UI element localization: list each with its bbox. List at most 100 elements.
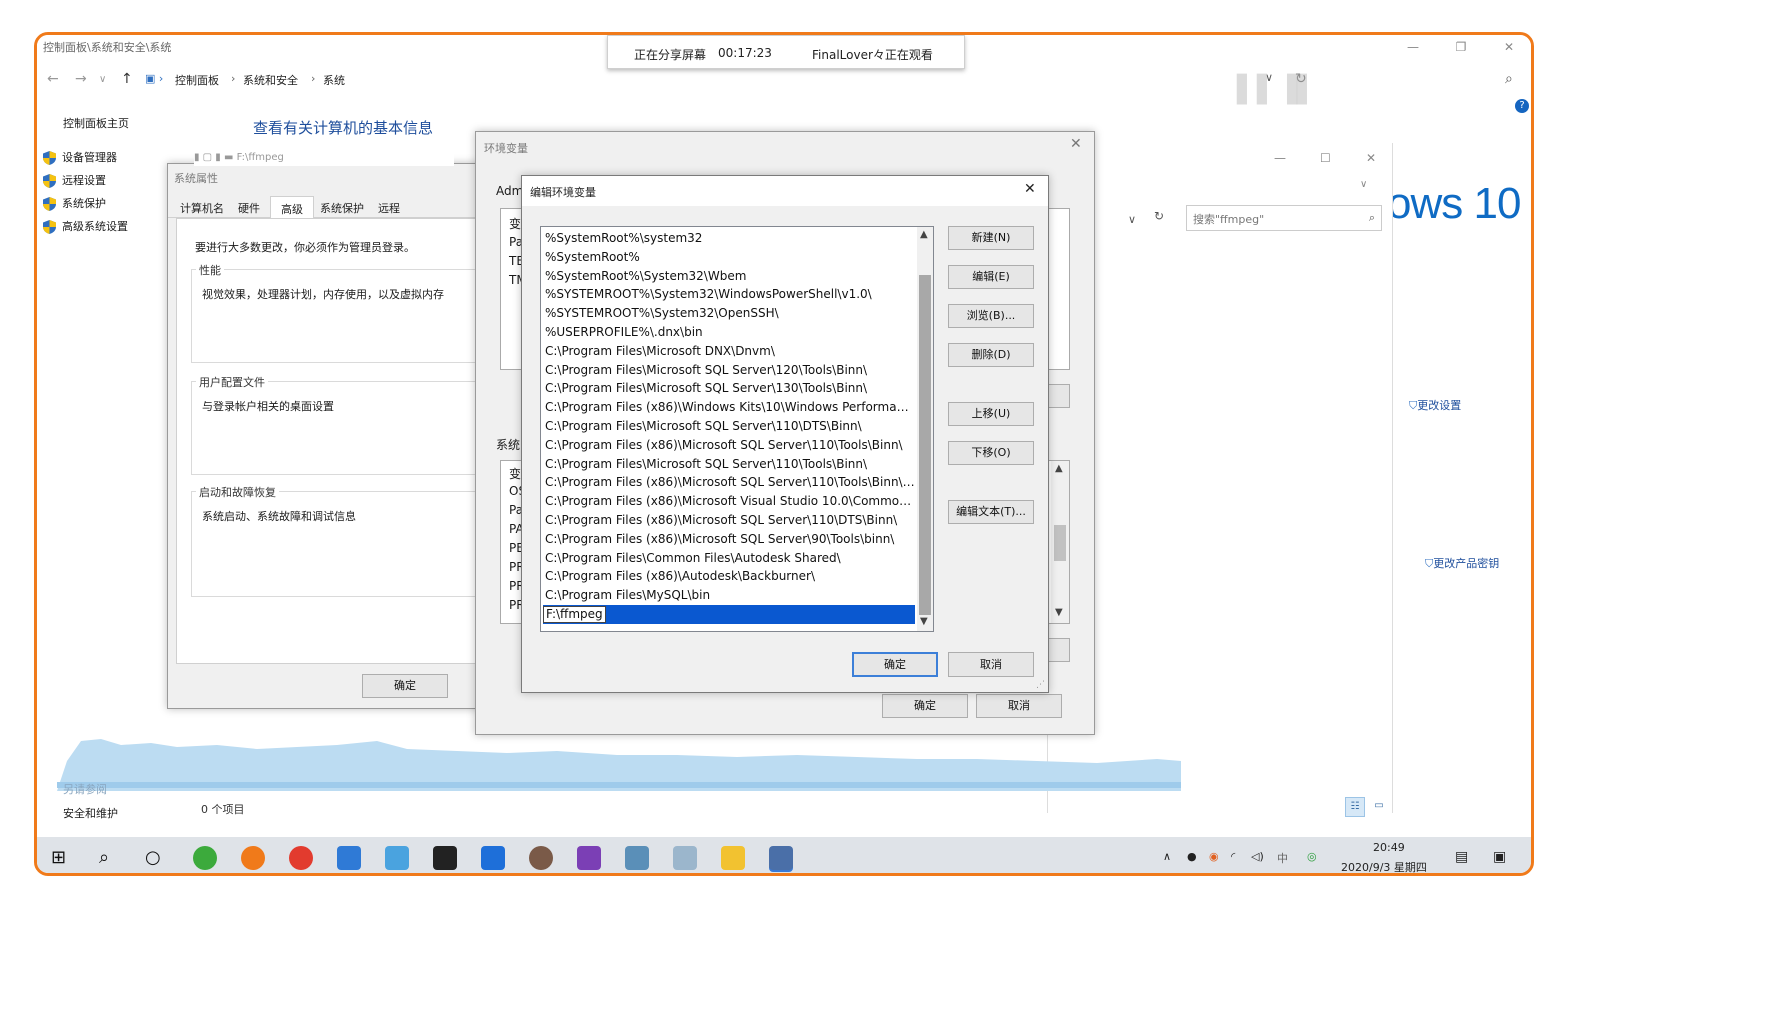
path-entry[interactable]: C:\Program Files\MySQL\bin bbox=[545, 586, 915, 605]
path-entry[interactable]: %SystemRoot%\System32\Wbem bbox=[545, 267, 915, 286]
path-entry[interactable]: C:\Program Files\Microsoft SQL Server\11… bbox=[545, 417, 915, 436]
tab-hardware[interactable]: 硬件 bbox=[238, 200, 260, 216]
tray-app-icon[interactable]: ◉ bbox=[1209, 850, 1219, 863]
breadcrumb-security[interactable]: 系统和安全 bbox=[243, 72, 298, 88]
scroll-up-icon[interactable]: ▲ bbox=[1055, 463, 1063, 474]
path-entry[interactable]: C:\Program Files\Common Files\Autodesk S… bbox=[545, 549, 915, 568]
path-entry-edit-field[interactable]: F:\ffmpeg bbox=[543, 606, 606, 623]
security-maintenance-link[interactable]: 安全和维护 bbox=[63, 805, 118, 821]
path-entry[interactable]: C:\Program Files (x86)\Microsoft SQL Ser… bbox=[545, 436, 915, 455]
system-vars-button[interactable] bbox=[1046, 638, 1070, 662]
explorer-maximize-button[interactable]: ☐ bbox=[1320, 151, 1331, 165]
word-icon[interactable] bbox=[481, 846, 505, 870]
clock-time[interactable]: 20:49 bbox=[1373, 841, 1405, 854]
gear-app-icon[interactable] bbox=[337, 846, 361, 870]
path-entry[interactable]: %SystemRoot%\system32 bbox=[545, 229, 915, 248]
up-icon[interactable]: ↑ bbox=[121, 71, 133, 87]
path-entry-selected[interactable]: F:\ffmpeg bbox=[543, 605, 915, 624]
path-entry[interactable]: C:\Program Files (x86)\Microsoft SQL Ser… bbox=[545, 511, 915, 530]
browse-button[interactable]: 浏览(B)... bbox=[948, 304, 1034, 328]
path-entries-list[interactable]: %SystemRoot%\system32 %SystemRoot% %System… bbox=[540, 226, 934, 632]
path-list-scrollbar[interactable]: ▲ ▼ bbox=[917, 227, 933, 631]
resize-grip-icon[interactable]: ⋰ bbox=[1036, 680, 1045, 690]
edit-cancel-button[interactable]: 取消 bbox=[948, 652, 1034, 677]
search-icon[interactable]: ⌕ bbox=[99, 847, 109, 868]
sidebar-item-remote-settings[interactable]: 远程设置 bbox=[43, 172, 106, 188]
back-icon[interactable]: ← bbox=[47, 71, 59, 87]
explorer-close-button[interactable]: ✕ bbox=[1366, 151, 1376, 165]
path-entry[interactable]: C:\Program Files (x86)\Microsoft Visual … bbox=[545, 492, 915, 511]
sysprops-ok-button[interactable]: 确定 bbox=[362, 674, 448, 698]
edit-button[interactable]: 编辑(E) bbox=[948, 265, 1034, 289]
editor-app-icon[interactable] bbox=[625, 846, 649, 870]
network-icon[interactable]: ◜ bbox=[1231, 850, 1235, 863]
breadcrumb-system[interactable]: 系统 bbox=[323, 72, 345, 88]
scroll-up-icon[interactable]: ▲ bbox=[920, 229, 928, 240]
edit-dialog-close-icon[interactable]: ✕ bbox=[1024, 181, 1036, 197]
path-entry[interactable]: C:\Program Files (x86)\Microsoft SQL Ser… bbox=[545, 530, 915, 549]
path-entry[interactable]: C:\Program Files\Microsoft SQL Server\12… bbox=[545, 361, 915, 380]
firefox-icon[interactable] bbox=[241, 846, 265, 870]
clock-date[interactable]: 2020/9/3 星期四 bbox=[1341, 859, 1427, 873]
path-entry[interactable]: %SYSTEMROOT%\System32\WindowsPowerShell\… bbox=[545, 285, 915, 304]
breadcrumb-control-panel[interactable]: 控制面板 bbox=[175, 72, 219, 88]
path-entry[interactable]: C:\Program Files\Microsoft SQL Server\11… bbox=[545, 455, 915, 474]
path-entry[interactable]: %SystemRoot% bbox=[545, 248, 915, 267]
large-icons-view-icon[interactable]: ▭ bbox=[1369, 797, 1389, 817]
edit-ok-button[interactable]: 确定 bbox=[852, 652, 938, 677]
start-icon[interactable]: ⊞ bbox=[51, 847, 66, 868]
ime-icon[interactable]: 中 bbox=[1277, 850, 1288, 866]
system-vars-scrollbar[interactable]: ▲ ▼ bbox=[1051, 461, 1069, 623]
action-center-icon[interactable]: ▣ bbox=[1493, 849, 1506, 865]
forward-icon[interactable]: → bbox=[75, 71, 87, 87]
user-var-row[interactable]: 变 bbox=[509, 215, 521, 232]
tab-remote[interactable]: 远程 bbox=[378, 200, 400, 216]
explorer-minimize-button[interactable]: — bbox=[1274, 151, 1286, 165]
sidebar-item-device-manager[interactable]: 设备管理器 bbox=[43, 149, 117, 165]
tray-expand-icon[interactable]: ∧ bbox=[1163, 850, 1171, 863]
path-entry[interactable]: %USERPROFILE%\.dnx\bin bbox=[545, 323, 915, 342]
close-button[interactable]: ✕ bbox=[1497, 37, 1521, 57]
new-button[interactable]: 新建(N) bbox=[948, 226, 1034, 250]
path-entry[interactable]: C:\Program Files (x86)\Autodesk\Backburn… bbox=[545, 567, 915, 586]
explorer-address-dropdown-icon[interactable]: ∨ bbox=[1128, 213, 1136, 226]
edit-text-button[interactable]: 编辑文本(T)... bbox=[948, 500, 1034, 524]
task-view-icon[interactable]: ○ bbox=[145, 847, 161, 868]
path-entry[interactable]: C:\Program Files\Microsoft DNX\Dnvm\ bbox=[545, 342, 915, 361]
remote-desktop-icon[interactable] bbox=[385, 846, 409, 870]
scroll-down-icon[interactable]: ▼ bbox=[1055, 607, 1063, 618]
path-entry[interactable]: C:\Program Files (x86)\Windows Kits\10\W… bbox=[545, 398, 915, 417]
visual-studio-icon[interactable] bbox=[577, 846, 601, 870]
path-entry[interactable]: C:\Program Files\Microsoft SQL Server\13… bbox=[545, 379, 915, 398]
tab-computer-name[interactable]: 计算机名 bbox=[180, 200, 224, 216]
path-entry[interactable]: C:\Program Files (x86)\Microsoft SQL Ser… bbox=[545, 473, 915, 492]
minimize-button[interactable]: — bbox=[1401, 37, 1425, 57]
sidebar-item-advanced-settings[interactable]: 高级系统设置 bbox=[43, 218, 128, 234]
wechat-icon[interactable]: ◎ bbox=[1307, 850, 1317, 863]
control-panel-home-link[interactable]: 控制面板主页 bbox=[63, 115, 129, 131]
scroll-down-icon[interactable]: ▼ bbox=[920, 616, 928, 627]
mic-icon[interactable]: ● bbox=[1187, 850, 1197, 863]
notes-icon[interactable]: ▤ bbox=[1455, 849, 1468, 865]
ribbon-chevron-icon[interactable]: ∨ bbox=[1360, 179, 1367, 190]
ie-browser-icon[interactable] bbox=[193, 846, 217, 870]
red-app-icon[interactable] bbox=[289, 846, 313, 870]
user-vars-button[interactable] bbox=[1046, 384, 1070, 408]
delete-button[interactable]: 删除(D) bbox=[948, 343, 1034, 367]
tool-app-icon[interactable] bbox=[673, 846, 697, 870]
env-ok-button[interactable]: 确定 bbox=[882, 694, 968, 718]
move-up-button[interactable]: 上移(U) bbox=[948, 402, 1034, 426]
system-var-row[interactable]: 变 bbox=[509, 465, 521, 482]
volume-icon[interactable]: ◁) bbox=[1251, 850, 1264, 863]
maximize-button[interactable]: ❐ bbox=[1449, 37, 1473, 57]
env-cancel-button[interactable]: 取消 bbox=[976, 694, 1062, 718]
sidebar-item-system-protection[interactable]: 系统保护 bbox=[43, 195, 106, 211]
path-list-scroll-thumb[interactable] bbox=[919, 275, 931, 615]
explorer-refresh-icon[interactable]: ↻ bbox=[1154, 209, 1164, 223]
env-close-icon[interactable]: ✕ bbox=[1070, 136, 1082, 152]
file-explorer-icon[interactable] bbox=[721, 846, 745, 870]
tab-system-protection[interactable]: 系统保护 bbox=[320, 200, 364, 216]
search-icon[interactable]: ⌕ bbox=[1505, 71, 1513, 87]
avatar-app-icon[interactable] bbox=[529, 846, 553, 870]
change-settings-link[interactable]: ⛉更改设置 bbox=[1409, 397, 1461, 413]
